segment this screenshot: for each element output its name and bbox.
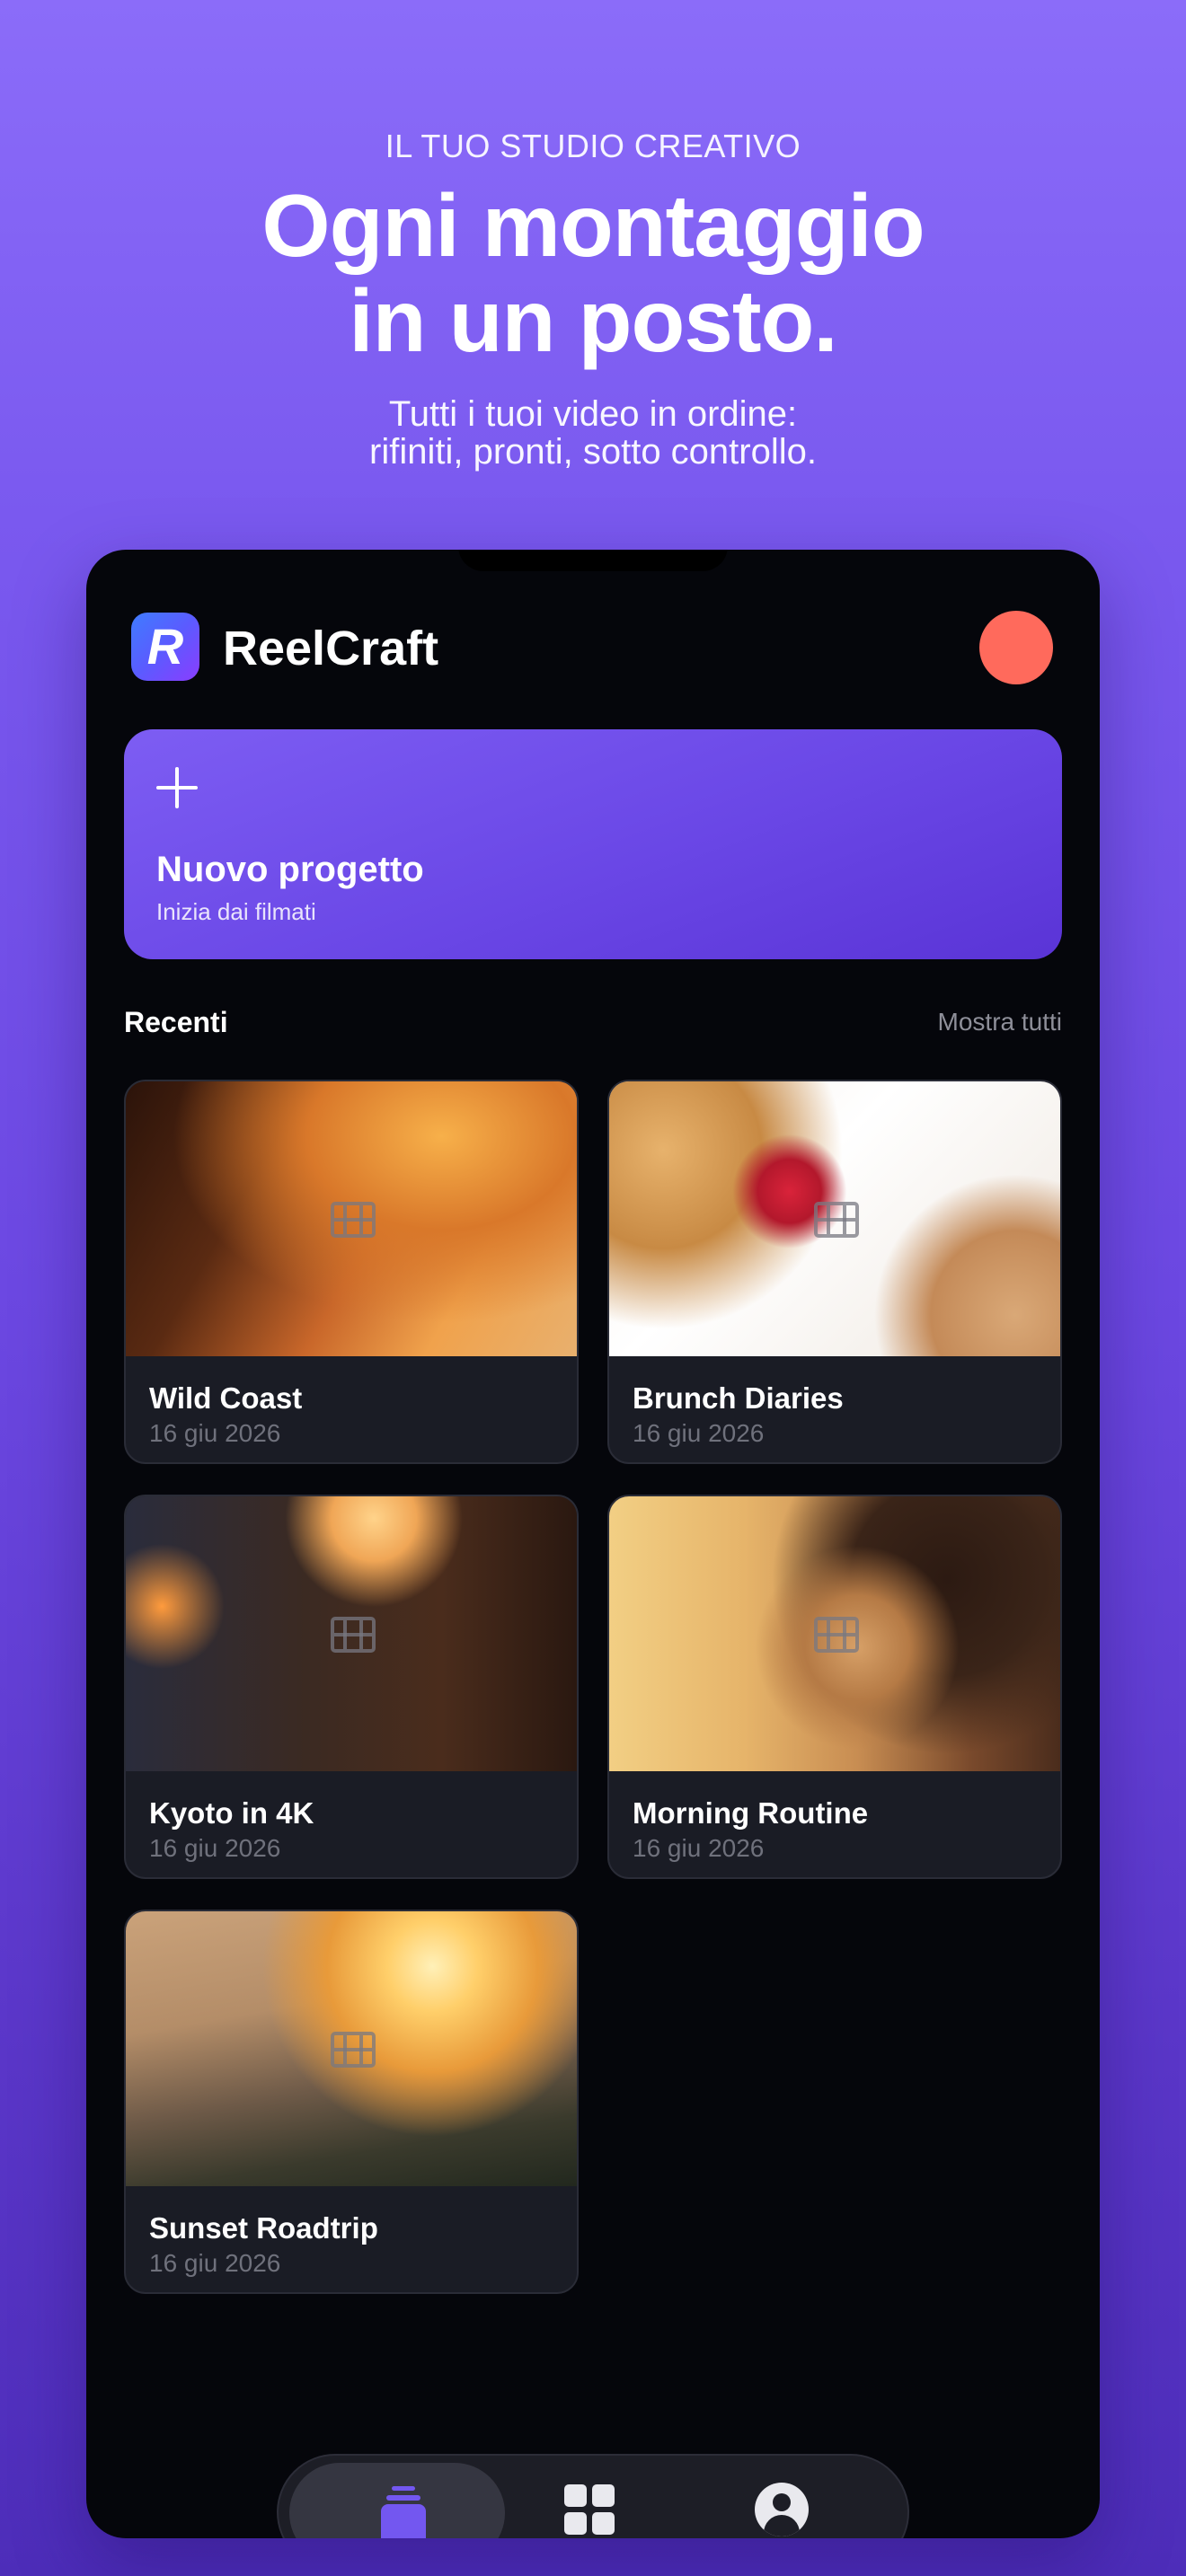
hero-headline: Ogni montaggio in un posto.	[0, 178, 1186, 368]
hero-headline-line-2: in un posto.	[349, 271, 837, 370]
project-thumbnail	[126, 1496, 577, 1771]
project-date: 16 giu 2026	[149, 2249, 281, 2277]
project-card[interactable]: Morning Routine 16 giu 2026	[607, 1495, 1062, 1879]
new-project-button[interactable]: Nuovo progetto Inizia dai filmati	[124, 729, 1062, 959]
project-thumbnail	[609, 1496, 1060, 1771]
project-thumbnail	[609, 1081, 1060, 1356]
new-project-subtitle: Inizia dai filmati	[156, 898, 316, 925]
app-logo-icon: R	[131, 613, 199, 681]
project-date: 16 giu 2026	[633, 1834, 765, 1862]
phone-screen: R ReelCraft Nuovo progetto Inizia dai fi…	[86, 550, 1100, 2538]
plus-icon	[156, 767, 198, 808]
project-name: Kyoto in 4K	[149, 1796, 314, 1830]
app-name: ReelCraft	[223, 622, 439, 675]
hero-subline-line-2: rifiniti, pronti, sotto controllo.	[369, 432, 817, 472]
hero-headline-line-1: Ogni montaggio	[261, 176, 925, 275]
project-name: Wild Coast	[149, 1381, 303, 1415]
grid-icon[interactable]	[564, 2484, 615, 2535]
tab-bar	[277, 2454, 909, 2538]
project-card[interactable]: Brunch Diaries 16 giu 2026	[607, 1080, 1062, 1464]
project-thumbnail	[126, 1911, 577, 2186]
film-icon	[814, 1202, 859, 1238]
project-card[interactable]: Wild Coast 16 giu 2026	[124, 1080, 579, 1464]
projects-stack-icon	[381, 2484, 426, 2538]
profile-icon[interactable]	[755, 2483, 809, 2536]
project-name: Brunch Diaries	[633, 1381, 844, 1415]
show-all-link[interactable]: Mostra tutti	[938, 1008, 1062, 1037]
app-logo-letter: R	[146, 618, 184, 675]
project-name: Morning Routine	[633, 1796, 869, 1830]
project-card[interactable]: Sunset Roadtrip 16 giu 2026	[124, 1910, 579, 2294]
project-name: Sunset Roadtrip	[149, 2211, 378, 2245]
hero-subline-line-1: Tutti i tuoi video in ordine:	[388, 394, 798, 434]
film-icon	[331, 1202, 376, 1238]
hero-subline: Tutti i tuoi video in ordine: rifiniti, …	[0, 395, 1186, 471]
user-avatar[interactable]	[979, 611, 1053, 684]
project-thumbnail	[126, 1081, 577, 1356]
project-date: 16 giu 2026	[633, 1419, 765, 1447]
hero-eyebrow: IL TUO STUDIO CREATIVO	[385, 128, 801, 164]
project-date: 16 giu 2026	[149, 1419, 281, 1447]
film-icon	[331, 2032, 376, 2068]
new-project-title: Nuovo progetto	[156, 850, 424, 889]
dynamic-island	[458, 550, 728, 571]
film-icon	[331, 1617, 376, 1653]
project-date: 16 giu 2026	[149, 1834, 281, 1862]
tab-projects[interactable]	[289, 2463, 505, 2538]
recents-title: Recenti	[124, 1006, 228, 1038]
project-card[interactable]: Kyoto in 4K 16 giu 2026	[124, 1495, 579, 1879]
film-icon	[814, 1617, 859, 1653]
